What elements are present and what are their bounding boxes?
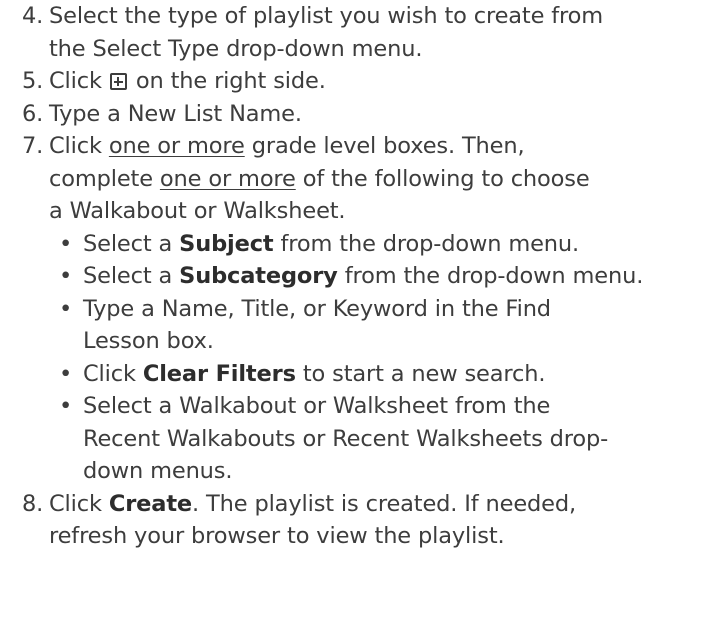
bullet-dot: • [59, 295, 73, 322]
bullet-dot: • [59, 263, 73, 289]
instruction-steps: 4. Select the type of playlist you wish … [22, 0, 702, 553]
step-number: 4. [22, 3, 44, 29]
step-number: 5. [22, 68, 44, 94]
step-7: 7. Click one or more grade level boxes. … [22, 130, 702, 488]
bullet-dot: • [59, 360, 73, 387]
emphasis-underlined: one or more [159, 165, 296, 192]
bullet-text: from the drop-down menu. [337, 263, 644, 289]
step-text: Click [49, 68, 109, 94]
bullet-text: Click [83, 360, 143, 387]
step-text: a Walkabout or Walksheet. [49, 198, 346, 224]
bullet-text: Lesson box. [83, 328, 214, 354]
bullet-text: from the drop-down menu. [273, 230, 580, 257]
ui-term-create: Create [108, 490, 193, 517]
step-text: refresh your browser to view the playlis… [49, 523, 505, 549]
step-8: 8. Click Create. The playlist is created… [22, 488, 702, 553]
bullet-text: Select a Walkabout or Walksheet from the [83, 393, 551, 419]
bullet-dot: • [59, 393, 73, 419]
bullet-text: Recent Walkabouts or Recent Walksheets d… [83, 425, 609, 452]
step-number: 8. [22, 490, 44, 517]
bullet-subcategory: • Select a Subcategory from the drop-dow… [59, 260, 702, 293]
step-7-options: • Select a Subject from the drop-down me… [49, 228, 702, 488]
step-text-line: Select the type of playlist you wish to … [49, 3, 604, 29]
step-number: 6. [22, 100, 44, 127]
bullet-text: Type a Name, Title, or Keyword in the Fi… [83, 295, 551, 322]
instructions-page: 4. Select the type of playlist you wish … [0, 0, 702, 631]
step-text: Type a New List Name. [49, 100, 302, 127]
ui-term-clear-filters: Clear Filters [142, 360, 296, 387]
step-text-line: the Select Type drop-down menu. [49, 35, 423, 62]
bullet-text: Select a [83, 230, 180, 257]
ui-term-subcategory: Subcategory [179, 263, 338, 289]
bullet-find-lesson: • Type a Name, Title, or Keyword in the … [59, 293, 702, 358]
step-text: Click [49, 490, 109, 517]
bullet-subject: • Select a Subject from the drop-down me… [59, 228, 702, 261]
bullet-text: down menus. [83, 458, 233, 484]
step-number: 7. [22, 133, 44, 159]
step-4: 4. Select the type of playlist you wish … [22, 0, 702, 65]
plus-square-icon [109, 73, 127, 90]
ui-term-subject: Subject [179, 230, 274, 257]
step-6: 6. Type a New List Name. [22, 98, 702, 131]
step-text: of the following to choose [295, 165, 590, 192]
step-text: on the right side. [128, 68, 326, 94]
step-text: complete [49, 165, 160, 192]
bullet-clear-filters: • Click Clear Filters to start a new sea… [59, 358, 702, 391]
step-5: 5. Click on the right side. [22, 65, 702, 98]
bullet-text: to start a new search. [295, 360, 546, 387]
bullet-dot: • [59, 230, 73, 257]
step-text: . The playlist is created. If needed, [192, 490, 576, 517]
emphasis-underlined: one or more [108, 133, 245, 159]
step-text: Click [49, 133, 109, 159]
step-text: grade level boxes. Then, [244, 133, 525, 159]
bullet-recent: • Select a Walkabout or Walksheet from t… [59, 390, 702, 488]
bullet-text: Select a [83, 263, 180, 289]
